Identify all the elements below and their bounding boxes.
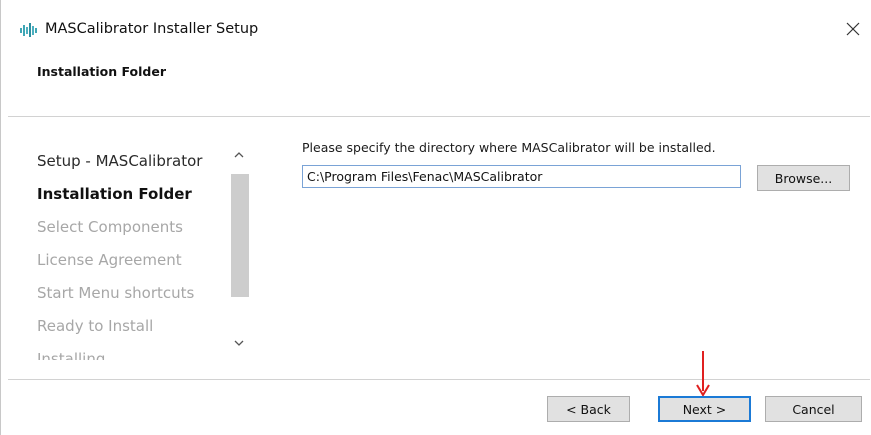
step-setup: Setup - MASCalibrator [37, 152, 203, 170]
step-installing: Installing [37, 350, 106, 360]
window-title: MASCalibrator Installer Setup [45, 21, 259, 37]
cancel-button[interactable]: Cancel [765, 396, 862, 422]
annotation-arrow-icon [696, 351, 710, 397]
header-divider [8, 116, 870, 117]
next-button[interactable]: Next > [658, 396, 751, 422]
steps-list: Setup - MASCalibrator Installation Folde… [37, 146, 237, 360]
close-icon[interactable] [840, 16, 866, 42]
step-start-menu-shortcuts: Start Menu shortcuts [37, 284, 195, 302]
screenshot-left-edge [0, 0, 1, 435]
step-license-agreement: License Agreement [37, 251, 182, 269]
install-directory-input[interactable] [302, 165, 741, 188]
step-installation-folder: Installation Folder [37, 185, 192, 203]
steps-scrollbar[interactable] [229, 146, 249, 356]
page-title: Installation Folder [37, 64, 166, 79]
step-select-components: Select Components [37, 218, 183, 236]
chevron-down-icon[interactable] [229, 334, 249, 352]
browse-button[interactable]: Browse... [757, 165, 850, 191]
title-bar: MASCalibrator Installer Setup [8, 0, 870, 58]
footer-divider [8, 379, 870, 380]
directory-prompt: Please specify the directory where MASCa… [302, 140, 716, 155]
scroll-thumb[interactable] [231, 174, 249, 297]
waveform-app-icon [20, 23, 37, 37]
chevron-up-icon[interactable] [229, 146, 249, 164]
back-button[interactable]: < Back [547, 396, 630, 422]
step-ready-to-install: Ready to Install [37, 317, 154, 335]
installer-window: MASCalibrator Installer Setup Installati… [8, 0, 870, 435]
